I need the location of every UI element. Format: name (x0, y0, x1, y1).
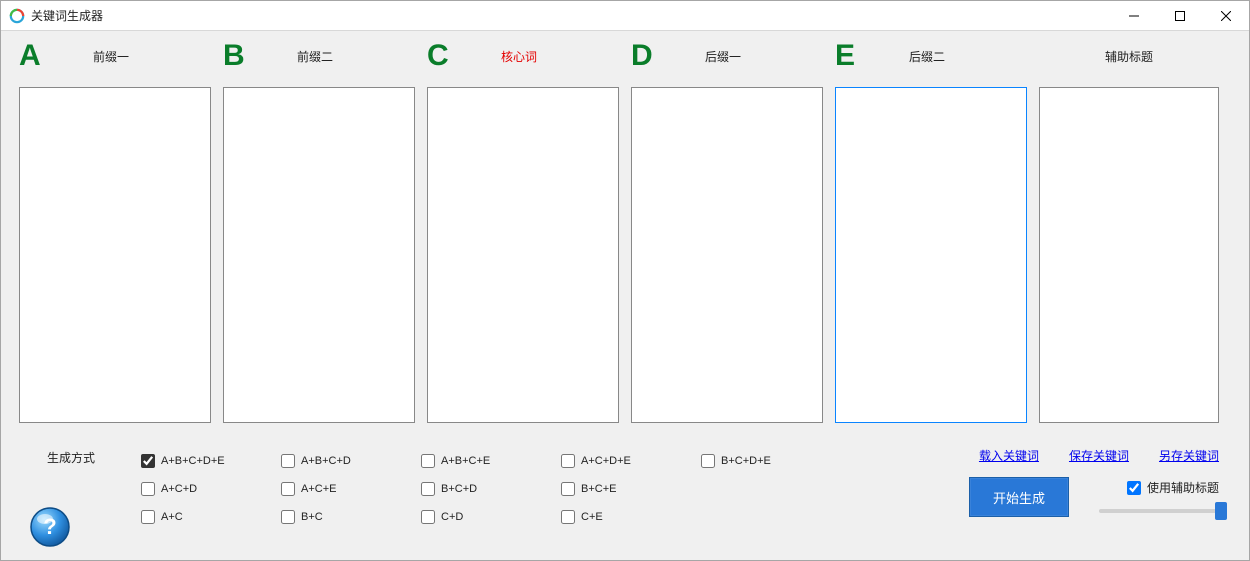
combo-bce[interactable]: B+C+E (561, 482, 701, 496)
combo-ac-label: A+C (161, 511, 183, 523)
gen-mode-label: 生成方式 (47, 449, 95, 466)
combo-abcde-box[interactable] (141, 454, 155, 468)
combo-acde-box[interactable] (561, 454, 575, 468)
combo-bce-box[interactable] (561, 482, 575, 496)
col-e-head: E 后缀二 (835, 37, 1027, 75)
combo-ce-box[interactable] (561, 510, 575, 524)
col-c-letter: C (427, 41, 457, 71)
prefix2-textarea[interactable] (223, 87, 415, 423)
col-a-label: 前缀一 (93, 48, 129, 65)
use-aux-title-checkbox[interactable]: 使用辅助标题 (1127, 479, 1219, 496)
combo-ac[interactable]: A+C (141, 510, 281, 524)
help-icon[interactable]: ? (29, 506, 71, 548)
load-keywords-link[interactable]: 载入关键词 (979, 447, 1039, 464)
combo-ace-box[interactable] (281, 482, 295, 496)
save-keywords-link[interactable]: 保存关键词 (1069, 447, 1129, 464)
aux-slider[interactable] (1099, 509, 1227, 513)
column-headers: A 前缀一 B 前缀二 C 核心词 D 后缀一 (19, 37, 1233, 75)
combo-bcd-label: B+C+D (441, 483, 477, 495)
combo-cd-box[interactable] (421, 510, 435, 524)
combo-acde-label: A+C+D+E (581, 455, 631, 467)
combo-ce-label: C+E (581, 511, 603, 523)
prefix1-textarea[interactable] (19, 87, 211, 423)
window-controls (1111, 1, 1249, 30)
col-aux-head: 辅助标题 (1039, 37, 1219, 75)
combo-abcd-box[interactable] (281, 454, 295, 468)
combo-abce-label: A+B+C+E (441, 455, 490, 467)
col-e-label: 后缀二 (909, 48, 945, 65)
combo-abcd-label: A+B+C+D (301, 455, 351, 467)
combo-checkbox-grid: A+B+C+D+E A+B+C+D A+B+C+E A+C+D+E B+C+D+… (141, 447, 841, 531)
saveas-keywords-link[interactable]: 另存关键词 (1159, 447, 1219, 464)
col-c-label: 核心词 (501, 48, 537, 65)
window-title: 关键词生成器 (31, 7, 103, 24)
col-a-head: A 前缀一 (19, 37, 211, 75)
col-d-label: 后缀一 (705, 48, 741, 65)
combo-acde[interactable]: A+C+D+E (561, 454, 701, 468)
combo-ac-box[interactable] (141, 510, 155, 524)
combo-bcd[interactable]: B+C+D (421, 482, 561, 496)
combo-cd[interactable]: C+D (421, 510, 561, 524)
keyword-file-links: 载入关键词 保存关键词 另存关键词 (979, 447, 1219, 464)
maximize-button[interactable] (1157, 1, 1203, 30)
col-b-label: 前缀二 (297, 48, 333, 65)
combo-bc-label: B+C (301, 511, 323, 523)
bottom-panel: 生成方式 A+B+C+D+E A+B+C+D A+B+C+E A+C+D+E B… (1, 435, 1249, 560)
close-button[interactable] (1203, 1, 1249, 30)
combo-abcde-label: A+B+C+D+E (161, 455, 225, 467)
col-c-head: C 核心词 (427, 37, 619, 75)
combo-ce[interactable]: C+E (561, 510, 701, 524)
col-a-letter: A (19, 41, 49, 71)
combo-bce-label: B+C+E (581, 483, 616, 495)
combo-bcd-box[interactable] (421, 482, 435, 496)
combo-ace-label: A+C+E (301, 483, 336, 495)
generate-button-label: 开始生成 (993, 488, 1045, 507)
combo-bcde-label: B+C+D+E (721, 455, 771, 467)
combo-acd-box[interactable] (141, 482, 155, 496)
col-b-letter: B (223, 41, 253, 71)
combo-abcde[interactable]: A+B+C+D+E (141, 454, 281, 468)
col-d-head: D 后缀一 (631, 37, 823, 75)
combo-acd-label: A+C+D (161, 483, 197, 495)
combo-cd-label: C+D (441, 511, 463, 523)
combo-ace[interactable]: A+C+E (281, 482, 421, 496)
titlebar: 关键词生成器 (1, 1, 1249, 31)
textareas-row (19, 87, 1233, 423)
col-b-head: B 前缀二 (223, 37, 415, 75)
combo-bcde[interactable]: B+C+D+E (701, 454, 841, 468)
suffix1-textarea[interactable] (631, 87, 823, 423)
col-d-letter: D (631, 41, 661, 71)
col-e-letter: E (835, 41, 865, 71)
use-aux-title-box[interactable] (1127, 481, 1141, 495)
core-textarea[interactable] (427, 87, 619, 423)
generate-button[interactable]: 开始生成 (969, 477, 1069, 517)
combo-bc[interactable]: B+C (281, 510, 421, 524)
combo-abce[interactable]: A+B+C+E (421, 454, 561, 468)
aux-slider-wrap (1097, 507, 1225, 515)
minimize-button[interactable] (1111, 1, 1157, 30)
aux-textarea[interactable] (1039, 87, 1219, 423)
combo-abcd[interactable]: A+B+C+D (281, 454, 421, 468)
combo-abce-box[interactable] (421, 454, 435, 468)
app-icon (9, 8, 25, 24)
use-aux-title-label: 使用辅助标题 (1147, 479, 1219, 496)
svg-text:?: ? (43, 514, 56, 539)
suffix2-textarea[interactable] (835, 87, 1027, 423)
combo-bcde-box[interactable] (701, 454, 715, 468)
app-window: 关键词生成器 A 前缀一 B (0, 0, 1250, 561)
combo-acd[interactable]: A+C+D (141, 482, 281, 496)
combo-bc-box[interactable] (281, 510, 295, 524)
col-aux-label: 辅助标题 (1105, 48, 1153, 65)
body: A 前缀一 B 前缀二 C 核心词 D 后缀一 (1, 31, 1249, 560)
